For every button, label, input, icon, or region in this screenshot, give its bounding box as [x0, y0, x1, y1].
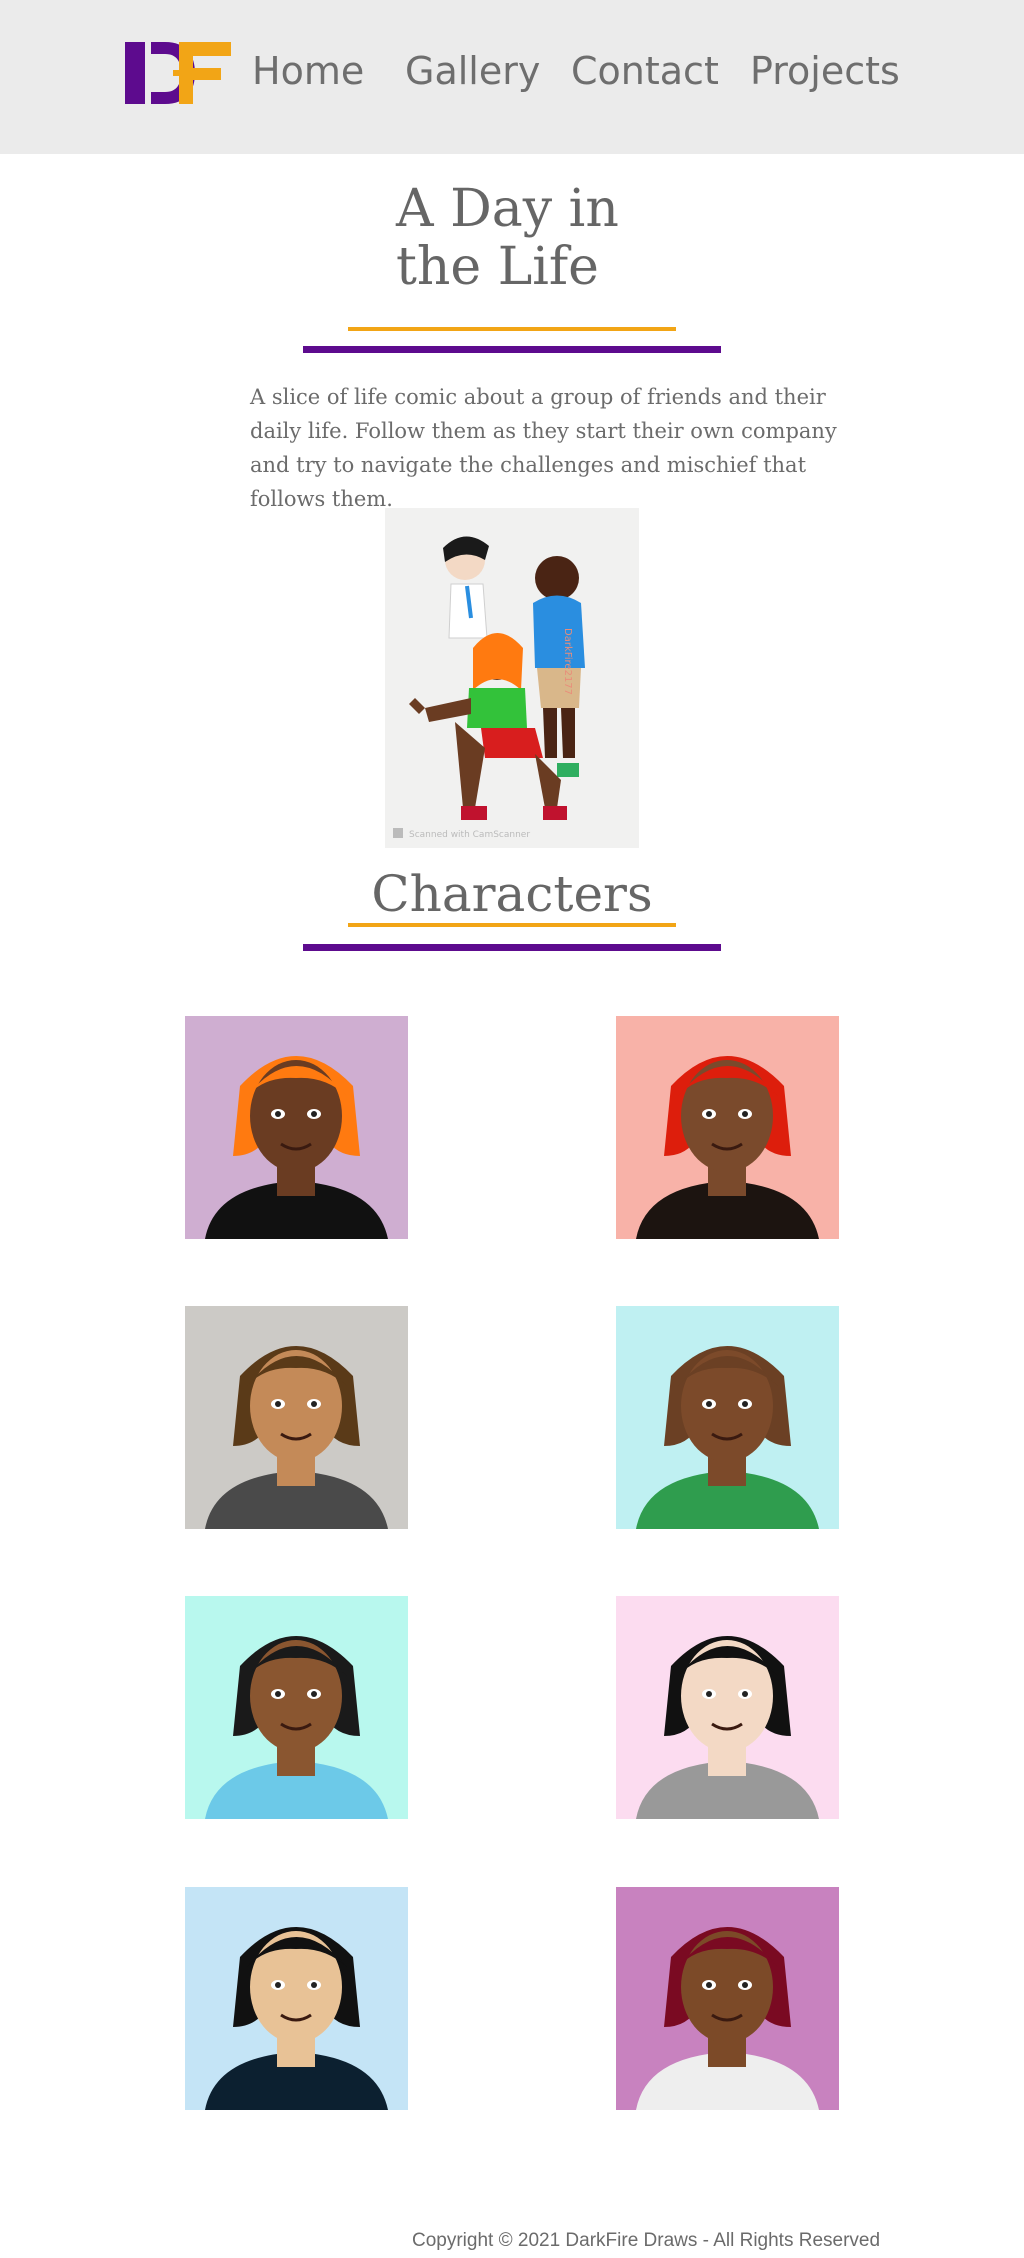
- characters-underline-purple: [303, 944, 721, 951]
- portrait-drawing: [185, 1596, 408, 1819]
- footer-copyright: Copyright © 2021 DarkFire Draws - All Ri…: [412, 2230, 881, 2251]
- portrait-drawing: [616, 1016, 839, 1239]
- portrait-pupil-right: [742, 1691, 748, 1697]
- site-header: Home Gallery Contact Projects: [0, 0, 1024, 154]
- portrait-pupil-left: [706, 1111, 712, 1117]
- portrait-drawing: [185, 1887, 408, 2110]
- title-underline-purple: [303, 346, 721, 353]
- portrait-drawing: [616, 1596, 839, 1819]
- df-logo[interactable]: [125, 42, 231, 104]
- portrait-drawing: [185, 1306, 408, 1529]
- nav-home-link[interactable]: Home: [252, 44, 364, 98]
- character-portrait-1[interactable]: [185, 1016, 408, 1239]
- portrait-pupil-left: [275, 1111, 281, 1117]
- character-portrait-7[interactable]: [185, 1887, 408, 2110]
- cover-illustration: DarkFire2177 Scanned with CamScanner: [385, 508, 639, 848]
- portrait-pupil-right: [311, 1111, 317, 1117]
- portrait-pupil-right: [311, 1691, 317, 1697]
- character-portrait-8[interactable]: [616, 1887, 839, 2110]
- portrait-pupil-left: [706, 1691, 712, 1697]
- portrait-pupil-right: [742, 1401, 748, 1407]
- character-portrait-4[interactable]: [616, 1306, 839, 1529]
- nav-gallery-link[interactable]: Gallery: [405, 44, 540, 98]
- portrait-pupil-right: [311, 1401, 317, 1407]
- portrait-pupil-left: [275, 1401, 281, 1407]
- nav-contact-link[interactable]: Contact: [571, 44, 719, 98]
- portrait-pupil-right: [742, 1111, 748, 1117]
- portrait-pupil-left: [706, 1401, 712, 1407]
- portrait-pupil-left: [706, 1982, 712, 1988]
- character-portrait-3[interactable]: [185, 1306, 408, 1529]
- nav-projects-link[interactable]: Projects: [750, 44, 900, 98]
- characters-heading: Characters: [371, 865, 653, 923]
- character-portrait-2[interactable]: [616, 1016, 839, 1239]
- portrait-drawing: [616, 1887, 839, 2110]
- character-portrait-6[interactable]: [616, 1596, 839, 1819]
- page-title: A Day in the Life: [396, 179, 619, 297]
- characters-underline-orange: [348, 923, 676, 927]
- portrait-pupil-left: [275, 1691, 281, 1697]
- comic-cover-image[interactable]: DarkFire2177 Scanned with CamScanner: [385, 508, 639, 848]
- portrait-pupil-left: [275, 1982, 281, 1988]
- portrait-pupil-right: [742, 1982, 748, 1988]
- portrait-pupil-right: [311, 1982, 317, 1988]
- cover-caption: Scanned with CamScanner: [409, 830, 530, 840]
- cover-watermark: DarkFire2177: [562, 628, 573, 695]
- comic-description: A slice of life comic about a group of f…: [250, 385, 837, 511]
- portrait-drawing: [616, 1306, 839, 1529]
- portrait-drawing: [185, 1016, 408, 1239]
- title-underline-orange: [348, 327, 676, 331]
- character-portrait-5[interactable]: [185, 1596, 408, 1819]
